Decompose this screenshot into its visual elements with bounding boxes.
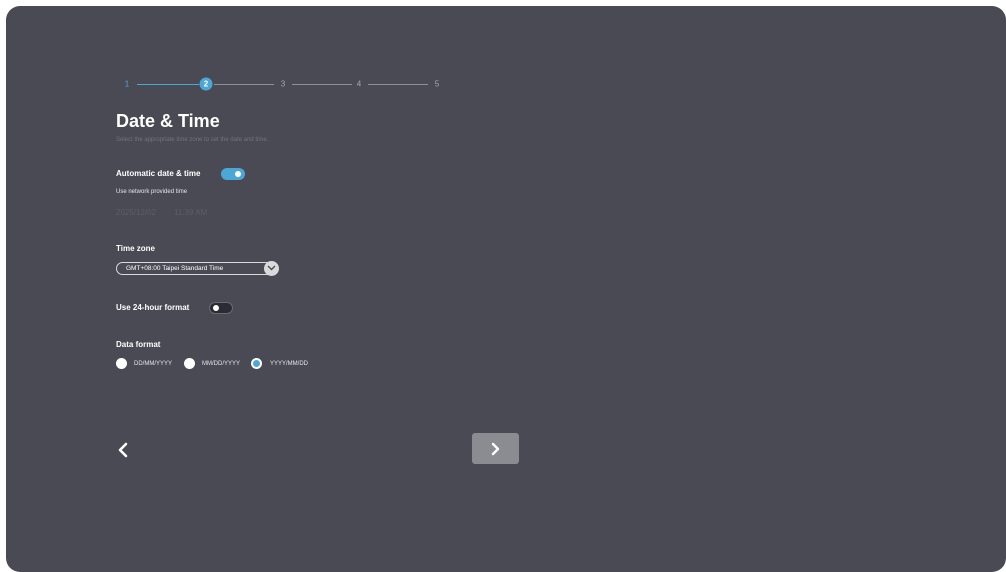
auto-datetime-toggle[interactable] xyxy=(221,168,245,180)
next-button[interactable] xyxy=(472,433,519,464)
toggle-knob xyxy=(235,171,241,177)
back-button[interactable] xyxy=(114,438,134,462)
step-4: 4 xyxy=(356,79,362,89)
step-2-current: 2 xyxy=(199,77,213,91)
radio-label-dd-mm-yyyy: DD/MM/YYYY xyxy=(134,361,173,367)
toggle-knob xyxy=(213,305,219,311)
radio-yyyy-mm-dd[interactable] xyxy=(251,358,262,369)
auto-datetime-description: Use network provided time xyxy=(116,189,188,195)
step-1: 1 xyxy=(124,79,130,89)
step-connector-3 xyxy=(292,84,352,85)
timezone-label: Time zone xyxy=(116,244,155,253)
setup-screen: 1 2 3 4 5 Date & Time Select the appropr… xyxy=(6,6,1006,572)
date-value: 2025/12/02 xyxy=(116,208,157,217)
radio-label-yyyy-mm-dd: YYYY/MM/DD xyxy=(270,361,309,367)
radio-dd-mm-yyyy[interactable] xyxy=(116,358,127,369)
radio-label-mm-dd-yyyy: MM/DD/YYYY xyxy=(202,361,241,367)
radio-mm-dd-yyyy[interactable] xyxy=(184,358,195,369)
chevron-down-icon xyxy=(264,261,279,276)
page-subtitle: Select the appropriate time zone to set … xyxy=(116,137,269,143)
step-3: 3 xyxy=(280,79,286,89)
hour-format-label: Use 24-hour format xyxy=(116,303,190,312)
chevron-left-icon xyxy=(118,442,128,458)
step-connector-2 xyxy=(214,84,274,85)
time-value: 11:39 AM xyxy=(174,208,208,217)
chevron-right-icon xyxy=(491,442,500,456)
step-connector-4 xyxy=(368,84,428,85)
step-5: 5 xyxy=(434,79,440,89)
step-indicator: 1 2 3 4 5 xyxy=(6,6,1006,106)
auto-datetime-label: Automatic date & time xyxy=(116,169,201,178)
page-title: Date & Time xyxy=(116,111,220,131)
timezone-value: GMT+08:00 Taipei Standard Time xyxy=(126,265,224,272)
step-connector-1 xyxy=(137,84,199,85)
hour-format-toggle[interactable] xyxy=(209,302,233,314)
timezone-dropdown[interactable]: GMT+08:00 Taipei Standard Time xyxy=(116,261,279,276)
date-format-label: Data format xyxy=(116,340,161,349)
